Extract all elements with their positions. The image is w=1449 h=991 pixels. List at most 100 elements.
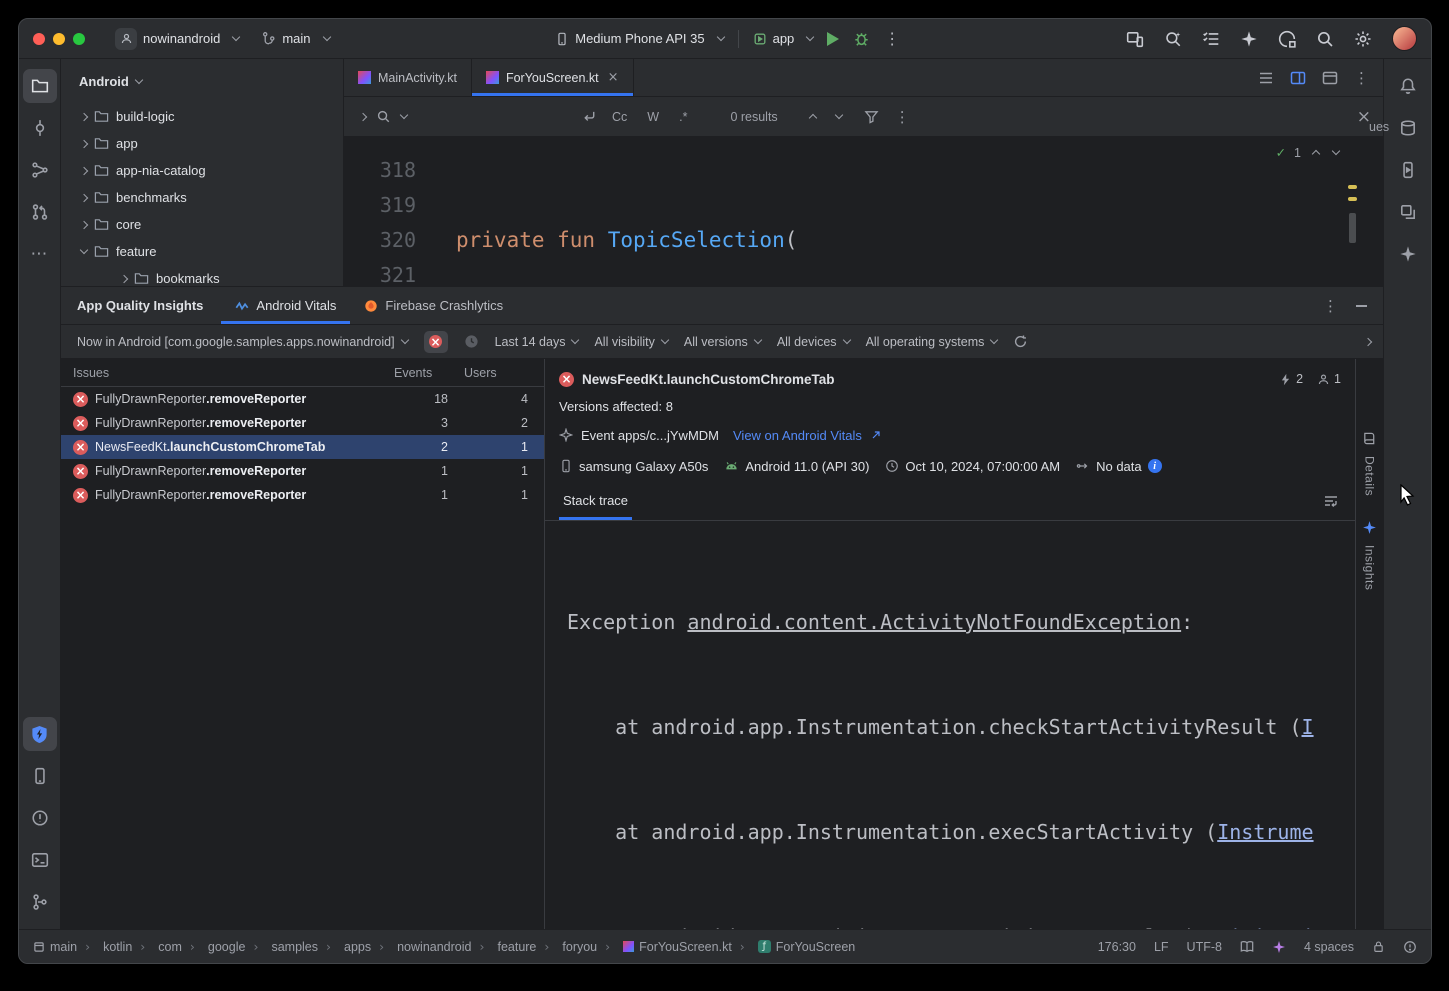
newline-toggle-icon[interactable] xyxy=(582,109,597,124)
code-area[interactable]: 318 319 320 321 private fun TopicSelecti… xyxy=(344,137,1383,286)
breadcrumb-item-file[interactable]: ForYouScreen.kt xyxy=(597,939,732,954)
editor-list-icon[interactable] xyxy=(1258,70,1274,86)
aqi-panel-title[interactable]: App Quality Insights xyxy=(61,287,221,324)
breadcrumb-item[interactable]: com xyxy=(132,939,182,954)
run-config-selector[interactable]: app xyxy=(753,31,814,46)
breadcrumb-item[interactable]: kotlin xyxy=(77,939,132,954)
prev-match-button[interactable] xyxy=(808,114,816,122)
refresh-icon[interactable] xyxy=(1013,334,1028,349)
layout-inspector-button[interactable] xyxy=(1391,195,1425,229)
pull-requests-toolwindow-button[interactable] xyxy=(23,195,57,229)
notifications-button[interactable] xyxy=(1391,69,1425,103)
users-column-header[interactable]: Users xyxy=(464,366,544,380)
visibility-filter[interactable]: All visibility xyxy=(594,335,667,349)
structure-toolwindow-button[interactable] xyxy=(23,153,57,187)
os-filter[interactable]: All operating systems xyxy=(866,335,998,349)
breadcrumb-item[interactable]: apps xyxy=(318,939,371,954)
device-selector[interactable]: Medium Phone API 35 xyxy=(555,31,723,46)
breadcrumb-item-function[interactable]: ƒ ForYouScreen xyxy=(732,939,855,954)
side-tab-details[interactable]: Details xyxy=(1363,456,1377,496)
minimize-window-button[interactable] xyxy=(53,33,65,45)
maximize-window-button[interactable] xyxy=(73,33,85,45)
find-input[interactable] xyxy=(417,104,572,130)
close-window-button[interactable] xyxy=(33,33,45,45)
running-devices-button[interactable] xyxy=(1391,153,1425,187)
editor-options-icon[interactable]: ⋮ xyxy=(1354,69,1369,87)
ai-status-icon[interactable] xyxy=(1272,940,1286,954)
search-icon[interactable] xyxy=(1316,30,1334,48)
breadcrumb-item[interactable]: main xyxy=(33,940,77,954)
editor-window-icon[interactable] xyxy=(1322,70,1338,86)
tab-foryouscreen[interactable]: ForYouScreen.kt × xyxy=(472,59,634,96)
app-filter-select[interactable]: Now in Android [com.google.samples.apps.… xyxy=(77,335,408,349)
details-tab-icon[interactable] xyxy=(1362,431,1377,446)
user-avatar[interactable] xyxy=(1392,26,1417,51)
prev-problem-icon[interactable] xyxy=(1312,150,1320,158)
issue-row-selected[interactable]: NewsFeedKt.launchCustomChromeTab 2 1 xyxy=(61,435,544,459)
breadcrumb-item[interactable]: samples xyxy=(245,939,318,954)
info-icon[interactable] xyxy=(1148,459,1162,473)
insights-tab-icon[interactable] xyxy=(1362,520,1377,535)
encoding-indicator[interactable]: UTF-8 xyxy=(1187,940,1222,954)
minimize-panel-icon[interactable] xyxy=(1356,305,1367,307)
project-view-selector[interactable]: Android xyxy=(61,59,343,103)
tree-item-app-nia-catalog[interactable]: app-nia-catalog xyxy=(61,157,343,184)
tree-item-app[interactable]: app xyxy=(61,130,343,157)
issue-row[interactable]: FullyDrawnReporter.removeReporter 18 4 xyxy=(61,387,544,411)
time-range-filter[interactable]: Last 14 days xyxy=(495,335,579,349)
breadcrumb-item[interactable]: google xyxy=(182,939,246,954)
app-quality-insights-button[interactable] xyxy=(23,717,57,751)
task-list-icon[interactable] xyxy=(1202,30,1220,48)
terminal-button[interactable] xyxy=(23,843,57,877)
project-selector[interactable]: nowinandroid xyxy=(115,28,239,50)
devices-filter[interactable]: All devices xyxy=(777,335,850,349)
issue-row[interactable]: FullyDrawnReporter.removeReporter 3 2 xyxy=(61,411,544,435)
tree-item-bookmarks[interactable]: bookmarks xyxy=(61,265,343,286)
issue-row[interactable]: FullyDrawnReporter.removeReporter 1 1 xyxy=(61,459,544,483)
soft-wrap-icon[interactable] xyxy=(1323,493,1339,509)
plugins-icon[interactable] xyxy=(1278,30,1296,48)
device-manager-button[interactable] xyxy=(23,759,57,793)
search-icon[interactable] xyxy=(376,109,391,124)
close-tab-icon[interactable]: × xyxy=(608,70,619,85)
severity-filter-nonfatal[interactable] xyxy=(464,334,479,349)
find-options-icon[interactable]: ⋮ xyxy=(895,108,910,126)
vitals-link[interactable]: View on Android Vitals xyxy=(733,428,862,443)
next-problem-icon[interactable] xyxy=(1332,147,1340,155)
gemini-button[interactable] xyxy=(1391,237,1425,271)
reader-mode-icon[interactable] xyxy=(1240,940,1254,954)
breadcrumb-item[interactable]: foryou xyxy=(536,939,597,954)
issue-row[interactable]: FullyDrawnReporter.removeReporter 1 1 xyxy=(61,483,544,507)
commit-toolwindow-button[interactable] xyxy=(23,111,57,145)
indent-indicator[interactable]: 4 spaces xyxy=(1304,940,1354,954)
issues-column-header[interactable]: Issues xyxy=(61,366,394,380)
tree-item-build-logic[interactable]: build-logic xyxy=(61,103,343,130)
caret-position[interactable]: 176:30 xyxy=(1098,940,1136,954)
tab-firebase-crashlytics[interactable]: Firebase Crashlytics xyxy=(350,287,517,324)
ai-search-icon[interactable] xyxy=(1164,30,1182,48)
match-case-button[interactable]: Cc xyxy=(607,107,632,127)
breadcrumb-item[interactable]: nowinandroid xyxy=(371,939,471,954)
filter-search-icon[interactable] xyxy=(864,109,879,124)
expand-find-icon[interactable] xyxy=(359,112,367,120)
breadcrumb-item[interactable]: feature xyxy=(471,939,536,954)
device-streaming-icon[interactable] xyxy=(1126,30,1144,48)
stack-trace[interactable]: Exception android.content.ActivityNotFou… xyxy=(545,521,1355,929)
ai-assistant-icon[interactable] xyxy=(1240,30,1258,48)
next-match-button[interactable] xyxy=(834,111,842,119)
line-separator-indicator[interactable]: LF xyxy=(1154,940,1169,954)
severity-filter-fatal[interactable] xyxy=(424,331,448,353)
tab-mainactivity[interactable]: MainActivity.kt xyxy=(344,59,472,96)
more-actions-icon[interactable]: ⋮ xyxy=(884,29,900,48)
project-toolwindow-button[interactable] xyxy=(23,69,57,103)
search-history-icon[interactable] xyxy=(400,111,408,119)
problems-button[interactable] xyxy=(23,801,57,835)
lock-icon[interactable] xyxy=(1372,940,1385,953)
inspection-widget[interactable]: ✓ 1 xyxy=(1276,145,1339,160)
versions-filter[interactable]: All versions xyxy=(684,335,761,349)
more-toolwindows-button[interactable]: ⋯ xyxy=(23,237,57,271)
external-link-icon[interactable] xyxy=(870,429,882,441)
split-editor-icon[interactable] xyxy=(1290,70,1306,86)
background-tasks-icon[interactable] xyxy=(1403,940,1417,954)
words-button[interactable]: W xyxy=(642,107,664,127)
